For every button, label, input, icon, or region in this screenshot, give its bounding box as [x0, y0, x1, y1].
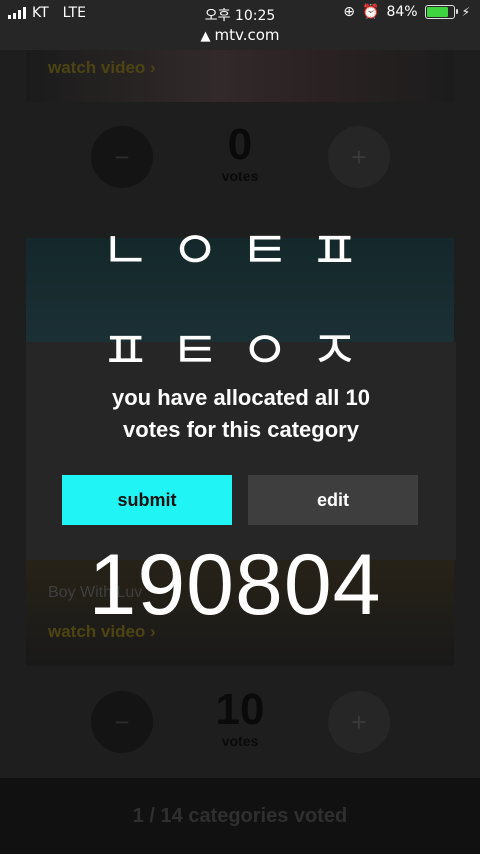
- nominee-card[interactable]: watch video ›: [26, 50, 454, 102]
- overlay-number: 190804: [88, 537, 382, 633]
- battery-icon: [424, 5, 458, 19]
- overlay-text: ㅍㅌㅇㅈ: [100, 319, 380, 382]
- vote-unit: votes: [221, 733, 259, 749]
- url-bar[interactable]: ▲ mtv.com: [0, 26, 480, 50]
- vote-count: 0: [227, 120, 253, 169]
- watch-video-link[interactable]: watch video ›: [48, 58, 156, 78]
- modal-message: you have allocated all 10 votes for this…: [26, 382, 456, 446]
- url-text: mtv.com: [214, 26, 280, 44]
- charging-icon: ⚡: [461, 5, 470, 19]
- vote-unit: votes: [221, 168, 259, 184]
- vote-counter: 0 votes: [180, 120, 300, 185]
- overlay-text: ㄴㅇㅌㅍ: [100, 219, 380, 282]
- warning-icon: ▲: [200, 29, 211, 44]
- decrement-button[interactable]: −: [91, 126, 153, 188]
- categories-voted-status: 1 / 14 categories voted: [0, 778, 480, 854]
- submit-button[interactable]: submit: [62, 475, 232, 525]
- modal-message-line: you have allocated all 10: [111, 385, 370, 410]
- vote-count: 10: [215, 685, 265, 734]
- increment-button[interactable]: +: [328, 691, 390, 753]
- decrement-button[interactable]: −: [91, 691, 153, 753]
- status-right: ⊕ ⏰ 84% ⚡: [343, 4, 470, 20]
- battery-percent: 84%: [386, 4, 418, 20]
- increment-button[interactable]: +: [328, 126, 390, 188]
- alarm-icon: ⏰: [362, 4, 380, 20]
- edit-button[interactable]: edit: [248, 475, 418, 525]
- vote-counter: 10 votes: [180, 685, 300, 750]
- modal-message-line: votes for this category: [123, 417, 359, 442]
- chevron-right-icon: ›: [150, 58, 156, 77]
- rotation-lock-icon: ⊕: [343, 4, 355, 20]
- status-bar: KT LTE 오후 10:25 ⊕ ⏰ 84% ⚡: [0, 0, 480, 26]
